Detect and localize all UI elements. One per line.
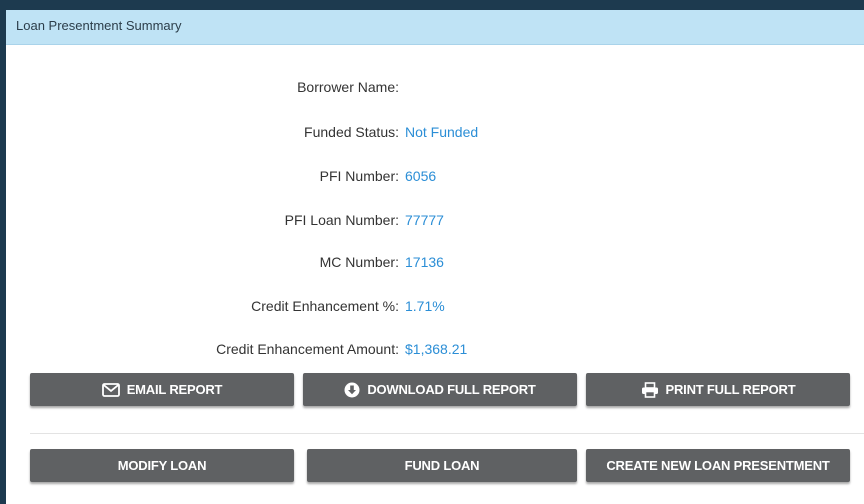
- field-label: Credit Enhancement %:: [251, 298, 399, 314]
- field-label: Credit Enhancement Amount:: [216, 341, 399, 357]
- modify-loan-label: Modify Loan: [117, 458, 207, 473]
- panel-title: Loan Presentment Summary: [6, 10, 864, 45]
- field-value: 77777: [405, 212, 444, 228]
- download-full-report-label: Download Full Report: [367, 382, 536, 397]
- fund-loan-label: Fund Loan: [404, 458, 480, 473]
- download-circle-icon: [344, 382, 360, 398]
- field-credit-enhancement-amount: Credit Enhancement Amount: $1,368.21: [6, 339, 864, 359]
- print-full-report-label: Print Full Report: [665, 382, 796, 397]
- email-report-label: Email Report: [126, 382, 223, 397]
- field-funded-status: Funded Status: Not Funded: [6, 122, 864, 142]
- envelope-icon: [101, 382, 120, 397]
- modify-loan-button[interactable]: Modify Loan: [30, 449, 294, 482]
- create-new-loan-presentment-label: Create New Loan Presentment: [606, 458, 830, 473]
- field-label: Funded Status:: [304, 124, 399, 140]
- field-label: MC Number:: [319, 254, 399, 270]
- create-new-loan-presentment-button[interactable]: Create New Loan Presentment: [586, 449, 850, 482]
- loan-presentment-panel: Loan Presentment Summary Borrower Name: …: [6, 10, 864, 504]
- print-full-report-button[interactable]: Print Full Report: [586, 373, 850, 406]
- field-label: Borrower Name:: [297, 79, 399, 95]
- email-report-button[interactable]: Email Report: [30, 373, 294, 406]
- field-value: 6056: [405, 168, 437, 184]
- field-credit-enhancement-pct: Credit Enhancement %: 1.71%: [6, 296, 864, 316]
- field-value: $1,368.21: [405, 341, 468, 357]
- field-value: 1.71%: [405, 298, 445, 314]
- field-pfi-loan-number: PFI Loan Number: 77777: [6, 210, 864, 230]
- download-full-report-button[interactable]: Download Full Report: [303, 373, 577, 406]
- fund-loan-button[interactable]: Fund Loan: [307, 449, 577, 482]
- field-mc-number: MC Number: 17136: [6, 252, 864, 272]
- field-value: Not Funded: [405, 124, 479, 140]
- field-value: 17136: [405, 254, 444, 270]
- field-borrower-name: Borrower Name:: [6, 77, 864, 97]
- section-divider: [30, 433, 864, 434]
- field-label: PFI Loan Number:: [284, 212, 399, 228]
- printer-icon: [641, 381, 659, 398]
- field-pfi-number: PFI Number: 6056: [6, 166, 864, 186]
- field-label: PFI Number:: [319, 168, 399, 184]
